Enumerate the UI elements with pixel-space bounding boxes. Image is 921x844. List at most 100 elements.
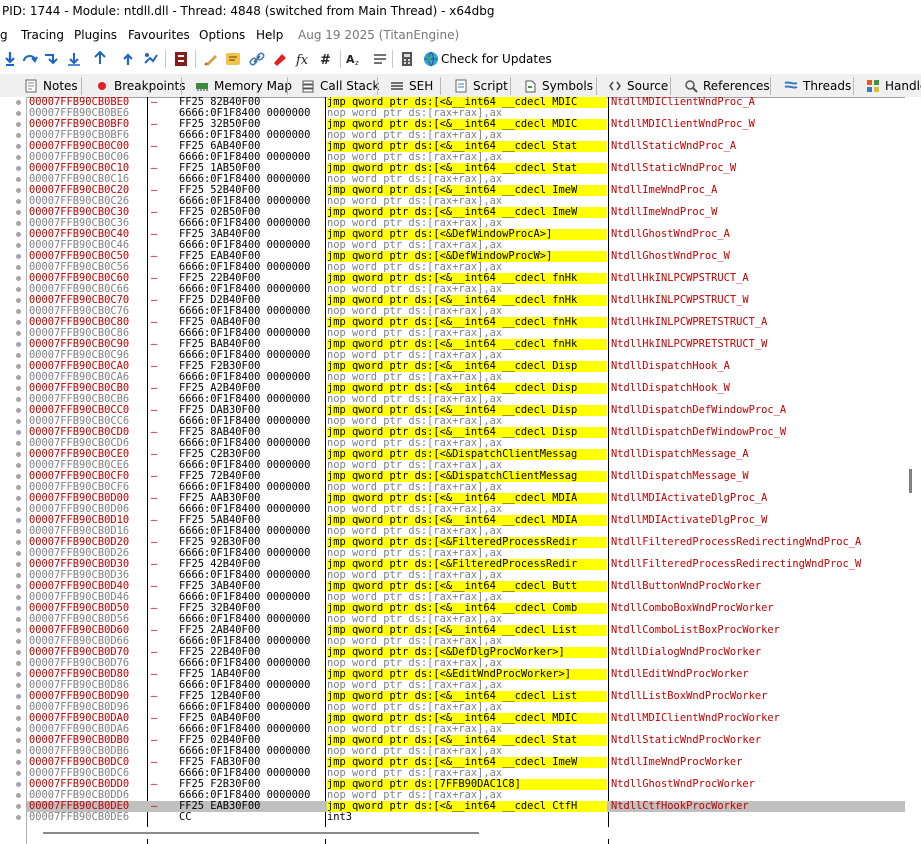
tab-source[interactable]: Source xyxy=(608,76,668,96)
breakpoint-dot[interactable] xyxy=(16,254,21,259)
breakpoint-dot[interactable] xyxy=(16,463,21,468)
tab-symbols[interactable]: Symbols xyxy=(523,76,593,96)
disasm-row[interactable]: 00007FFB90CB0C06 6666:0F1F8400 0000000 nop… xyxy=(27,152,905,163)
horizontal-scrollbar[interactable] xyxy=(27,827,905,839)
globe-icon[interactable] xyxy=(423,51,439,67)
disasm-row[interactable]: 00007FFB90CB0C00 – FF25 6AB40F00 jmp qword … xyxy=(27,141,905,152)
disasm-row[interactable]: 00007FFB90CB0C20 – FF25 52B40F00 jmp qword … xyxy=(27,185,905,196)
breakpoint-gutter[interactable] xyxy=(0,97,27,844)
breakpoint-dot[interactable] xyxy=(16,331,21,336)
disasm-row[interactable]: 00007FFB90CB0DD0 – FF25 F2B30F00 jmp qword … xyxy=(27,779,905,790)
breakpoint-dot[interactable] xyxy=(16,573,21,578)
breakpoint-dot[interactable] xyxy=(16,562,21,567)
breakpoint-dot[interactable] xyxy=(16,606,21,611)
step-over-alt-icon[interactable] xyxy=(66,51,82,67)
disasm-row[interactable]: 00007FFB90CB0C60 – FF25 22B40F00 jmp qword … xyxy=(27,273,905,284)
tab-script[interactable]: Script xyxy=(454,76,508,96)
disasm-row[interactable]: 00007FFB90CB0D50 – FF25 32B40F00 jmp qword … xyxy=(27,603,905,614)
breakpoint-dot[interactable] xyxy=(16,595,21,600)
disasm-row[interactable]: 00007FFB90CB0C10 – FF25 1AB50F00 jmp qword … xyxy=(27,163,905,174)
menu-plugins[interactable]: Plugins xyxy=(74,24,117,46)
disasm-row[interactable]: 00007FFB90CB0D46 6666:0F1F8400 0000000 nop… xyxy=(27,592,905,603)
disasm-row[interactable]: 00007FFB90CB0CB6 6666:0F1F8400 0000000 nop… xyxy=(27,394,905,405)
disasm-row[interactable]: 00007FFB90CB0DA6 6666:0F1F8400 0000000 nop… xyxy=(27,724,905,735)
breakpoint-dot[interactable] xyxy=(16,804,21,809)
trace-into-icon[interactable] xyxy=(92,51,108,67)
tab-threads[interactable]: Threads xyxy=(784,76,851,96)
menu-options[interactable]: Options xyxy=(199,24,245,46)
breakpoint-dot[interactable] xyxy=(16,507,21,512)
strings-icon[interactable] xyxy=(372,51,388,67)
breakpoint-dot[interactable] xyxy=(16,144,21,149)
tab-call-stack[interactable]: Call Stack xyxy=(301,76,379,96)
breakpoint-dot[interactable] xyxy=(16,232,21,237)
disasm-row[interactable]: 00007FFB90CB0DE0 – FF25 EAB30F00 jmp qword … xyxy=(27,801,905,812)
disasm-row[interactable]: 00007FFB90CB0D36 6666:0F1F8400 0000000 nop… xyxy=(27,570,905,581)
disasm-row[interactable]: 00007FFB90CB0D16 6666:0F1F8400 0000000 nop… xyxy=(27,526,905,537)
breakpoint-dot[interactable] xyxy=(16,540,21,545)
link-icon[interactable] xyxy=(249,51,265,67)
disasm-row[interactable]: 00007FFB90CB0CE6 6666:0F1F8400 0000000 nop… xyxy=(27,460,905,471)
command-icon[interactable] xyxy=(173,51,189,67)
horizontal-scroll-thumb[interactable] xyxy=(43,832,479,834)
disasm-row[interactable]: 00007FFB90CB0DB6 6666:0F1F8400 0000000 nop… xyxy=(27,746,905,757)
disasm-row[interactable]: 00007FFB90CB0D06 6666:0F1F8400 0000000 nop… xyxy=(27,504,905,515)
step-over-icon[interactable] xyxy=(22,51,38,67)
disasm-row[interactable]: 00007FFB90CB0D10 – FF25 5AB40F00 jmp qword … xyxy=(27,515,905,526)
disasm-row[interactable]: 00007FFB90CB0CF6 6666:0F1F8400 0000000 nop… xyxy=(27,482,905,493)
disasm-row[interactable]: 00007FFB90CB0C30 – FF25 02B50F00 jmp qword … xyxy=(27,207,905,218)
breakpoint-dot[interactable] xyxy=(16,760,21,765)
breakpoint-dot[interactable] xyxy=(16,342,21,347)
disasm-row[interactable]: 00007FFB90CB0D86 6666:0F1F8400 0000000 nop… xyxy=(27,680,905,691)
breakpoint-dot[interactable] xyxy=(16,529,21,534)
breakpoint-dot[interactable] xyxy=(16,617,21,622)
breakpoint-dot[interactable] xyxy=(16,551,21,556)
vertical-scrollbar[interactable] xyxy=(905,97,921,844)
breakpoint-dot[interactable] xyxy=(16,287,21,292)
breakpoint-dot[interactable] xyxy=(16,111,21,116)
breakpoint-dot[interactable] xyxy=(16,628,21,633)
breakpoint-dot[interactable] xyxy=(16,199,21,204)
menu-help[interactable]: Help xyxy=(256,24,283,46)
breakpoint-dot[interactable] xyxy=(16,815,21,820)
breakpoint-dot[interactable] xyxy=(16,177,21,182)
disasm-row[interactable]: 00007FFB90CB0DE6 CC int3 xyxy=(27,812,905,823)
disasm-row[interactable]: 00007FFB90CB0D80 – FF25 1AB40F00 jmp qword … xyxy=(27,669,905,680)
check-updates-button[interactable]: Check for Updates xyxy=(441,50,552,68)
breakpoint-dot[interactable] xyxy=(16,430,21,435)
bookmark-icon[interactable] xyxy=(272,51,288,67)
tab-handles[interactable]: Handles xyxy=(866,76,921,96)
disasm-row[interactable]: 00007FFB90CB0BF6 6666:0F1F8400 0000000 nop… xyxy=(27,130,905,141)
breakpoint-dot[interactable] xyxy=(16,474,21,479)
tab-memory-map[interactable]: Memory Map xyxy=(195,76,292,96)
disasm-row[interactable]: 00007FFB90CB0C26 6666:0F1F8400 0000000 nop… xyxy=(27,196,905,207)
font-size-icon[interactable]: Az xyxy=(346,51,362,67)
breakpoint-dot[interactable] xyxy=(16,727,21,732)
disasm-row[interactable]: 00007FFB90CB0CB0 – FF25 A2B40F00 jmp qword … xyxy=(27,383,905,394)
tab-seh[interactable]: SEH xyxy=(390,76,433,96)
disasm-row[interactable]: 00007FFB90CB0D90 – FF25 12B40F00 jmp qword … xyxy=(27,691,905,702)
disasm-row[interactable]: 00007FFB90CB0D70 – FF25 22B40F00 jmp qword … xyxy=(27,647,905,658)
disasm-row[interactable]: 00007FFB90CB0D20 – FF25 92B30F00 jmp qword … xyxy=(27,537,905,548)
breakpoint-dot[interactable] xyxy=(16,408,21,413)
patch-icon[interactable] xyxy=(203,51,219,67)
disasm-row[interactable]: 00007FFB90CB0D56 6666:0F1F8400 0000000 nop… xyxy=(27,614,905,625)
disasm-row[interactable]: 00007FFB90CB0C86 6666:0F1F8400 0000000 nop… xyxy=(27,328,905,339)
tab-references[interactable]: References xyxy=(684,76,770,96)
breakpoint-dot[interactable] xyxy=(16,364,21,369)
hash-icon[interactable]: # xyxy=(318,51,334,67)
breakpoint-dot[interactable] xyxy=(16,452,21,457)
disasm-row[interactable]: 00007FFB90CB0C56 6666:0F1F8400 0000000 nop… xyxy=(27,262,905,273)
calculator-icon[interactable] xyxy=(399,51,415,67)
breakpoint-dot[interactable] xyxy=(16,496,21,501)
step-into-alt-icon[interactable] xyxy=(43,51,59,67)
menu-tracing[interactable]: Tracing xyxy=(21,24,64,46)
disasm-row[interactable]: 00007FFB90CB0DC0 – FF25 FAB30F00 jmp qword … xyxy=(27,757,905,768)
step-into-icon[interactable] xyxy=(2,51,18,67)
disasm-row[interactable]: 00007FFB90CB0D60 – FF25 2AB40F00 jmp qword … xyxy=(27,625,905,636)
disasm-row[interactable]: 00007FFB90CB0C70 – FF25 D2B40F00 jmp qword … xyxy=(27,295,905,306)
menu-debug[interactable]: g xyxy=(0,24,8,46)
disasm-row[interactable]: 00007FFB90CB0BE0 – FF25 82B40F00 jmp qword … xyxy=(27,97,905,108)
breakpoint-dot[interactable] xyxy=(16,320,21,325)
breakpoint-dot[interactable] xyxy=(16,782,21,787)
